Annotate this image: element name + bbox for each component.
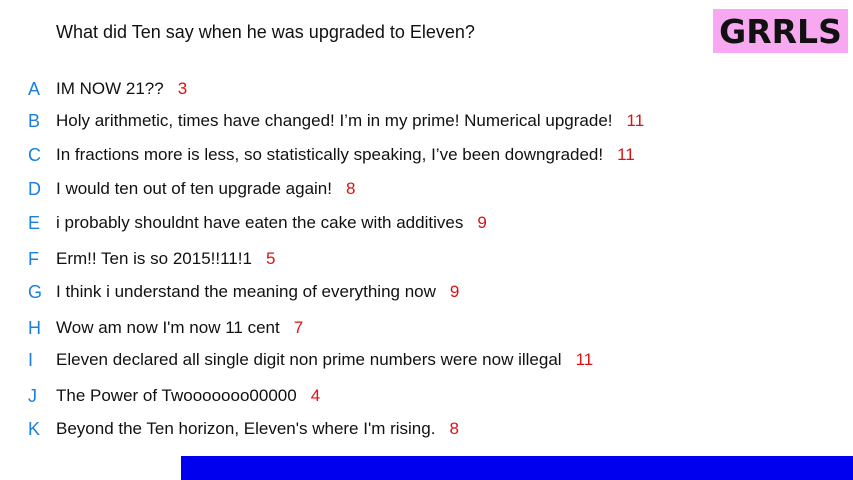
answer-content: Holy arithmetic, times have changed! I’m… [56, 111, 644, 131]
answer-letter: F [28, 248, 39, 269]
answer-text: In fractions more is less, so statistica… [56, 145, 604, 164]
answer-content: Erm!! Ten is so 2015!!11!1 5 [56, 249, 275, 269]
answer-score: 9 [449, 282, 460, 301]
answer-letter: K [28, 418, 41, 439]
answer-text: Erm!! Ten is so 2015!!11!1 [56, 249, 252, 268]
answer-content: I would ten out of ten upgrade again! 8 [56, 179, 355, 199]
answer-score: 5 [265, 249, 276, 268]
answer-score: 8 [449, 419, 459, 438]
answer-text: IM NOW 21?? [56, 79, 164, 98]
answer-letter: J [28, 385, 37, 406]
answer-text: Beyond the Ten horizon, Eleven's where I… [56, 419, 436, 438]
answer-content: i probably shouldnt have eaten the cake … [56, 213, 487, 233]
answer-score: 11 [626, 111, 645, 130]
answer-content: Wow am now I'm now 11 cent 7 [56, 318, 303, 338]
bottom-bar [181, 456, 853, 480]
answer-content: IM NOW 21?? 3 [56, 79, 187, 99]
answer-text: Holy arithmetic, times have changed! I’m… [56, 111, 613, 130]
answer-letter: G [28, 281, 43, 302]
answer-letter: C [28, 144, 41, 165]
answer-letter: E [28, 212, 41, 233]
answer-score: 4 [310, 386, 321, 405]
answer-score: 8 [345, 179, 356, 198]
answer-text: Wow am now I'm now 11 cent [56, 318, 280, 337]
answer-text: I think i understand the meaning of ever… [56, 282, 436, 301]
answer-content: Eleven declared all single digit non pri… [56, 350, 593, 370]
answer-letter: H [28, 317, 41, 338]
answer-score: 11 [575, 350, 594, 369]
answer-letter: A [28, 78, 41, 99]
answer-text: The Power of Twooooooo00000 [56, 386, 297, 405]
answer-score: 9 [477, 213, 487, 232]
answer-content: The Power of Twooooooo00000 4 [56, 386, 320, 406]
answer-list: A IM NOW 21?? 3 B Holy arithmetic, times… [0, 0, 853, 480]
answer-content: I think i understand the meaning of ever… [56, 282, 459, 302]
answer-letter: I [28, 349, 34, 370]
answer-content: In fractions more is less, so statistica… [56, 145, 635, 165]
answer-text: i probably shouldnt have eaten the cake … [56, 213, 464, 232]
answer-score: 3 [177, 79, 188, 98]
answer-content: Beyond the Ten horizon, Eleven's where I… [56, 419, 459, 439]
answer-letter: B [28, 110, 41, 131]
answer-letter: D [28, 178, 41, 199]
answer-score: 11 [617, 145, 635, 164]
answer-text: I would ten out of ten upgrade again! [56, 179, 332, 198]
answer-text: Eleven declared all single digit non pri… [56, 350, 562, 369]
answer-score: 7 [293, 318, 304, 337]
